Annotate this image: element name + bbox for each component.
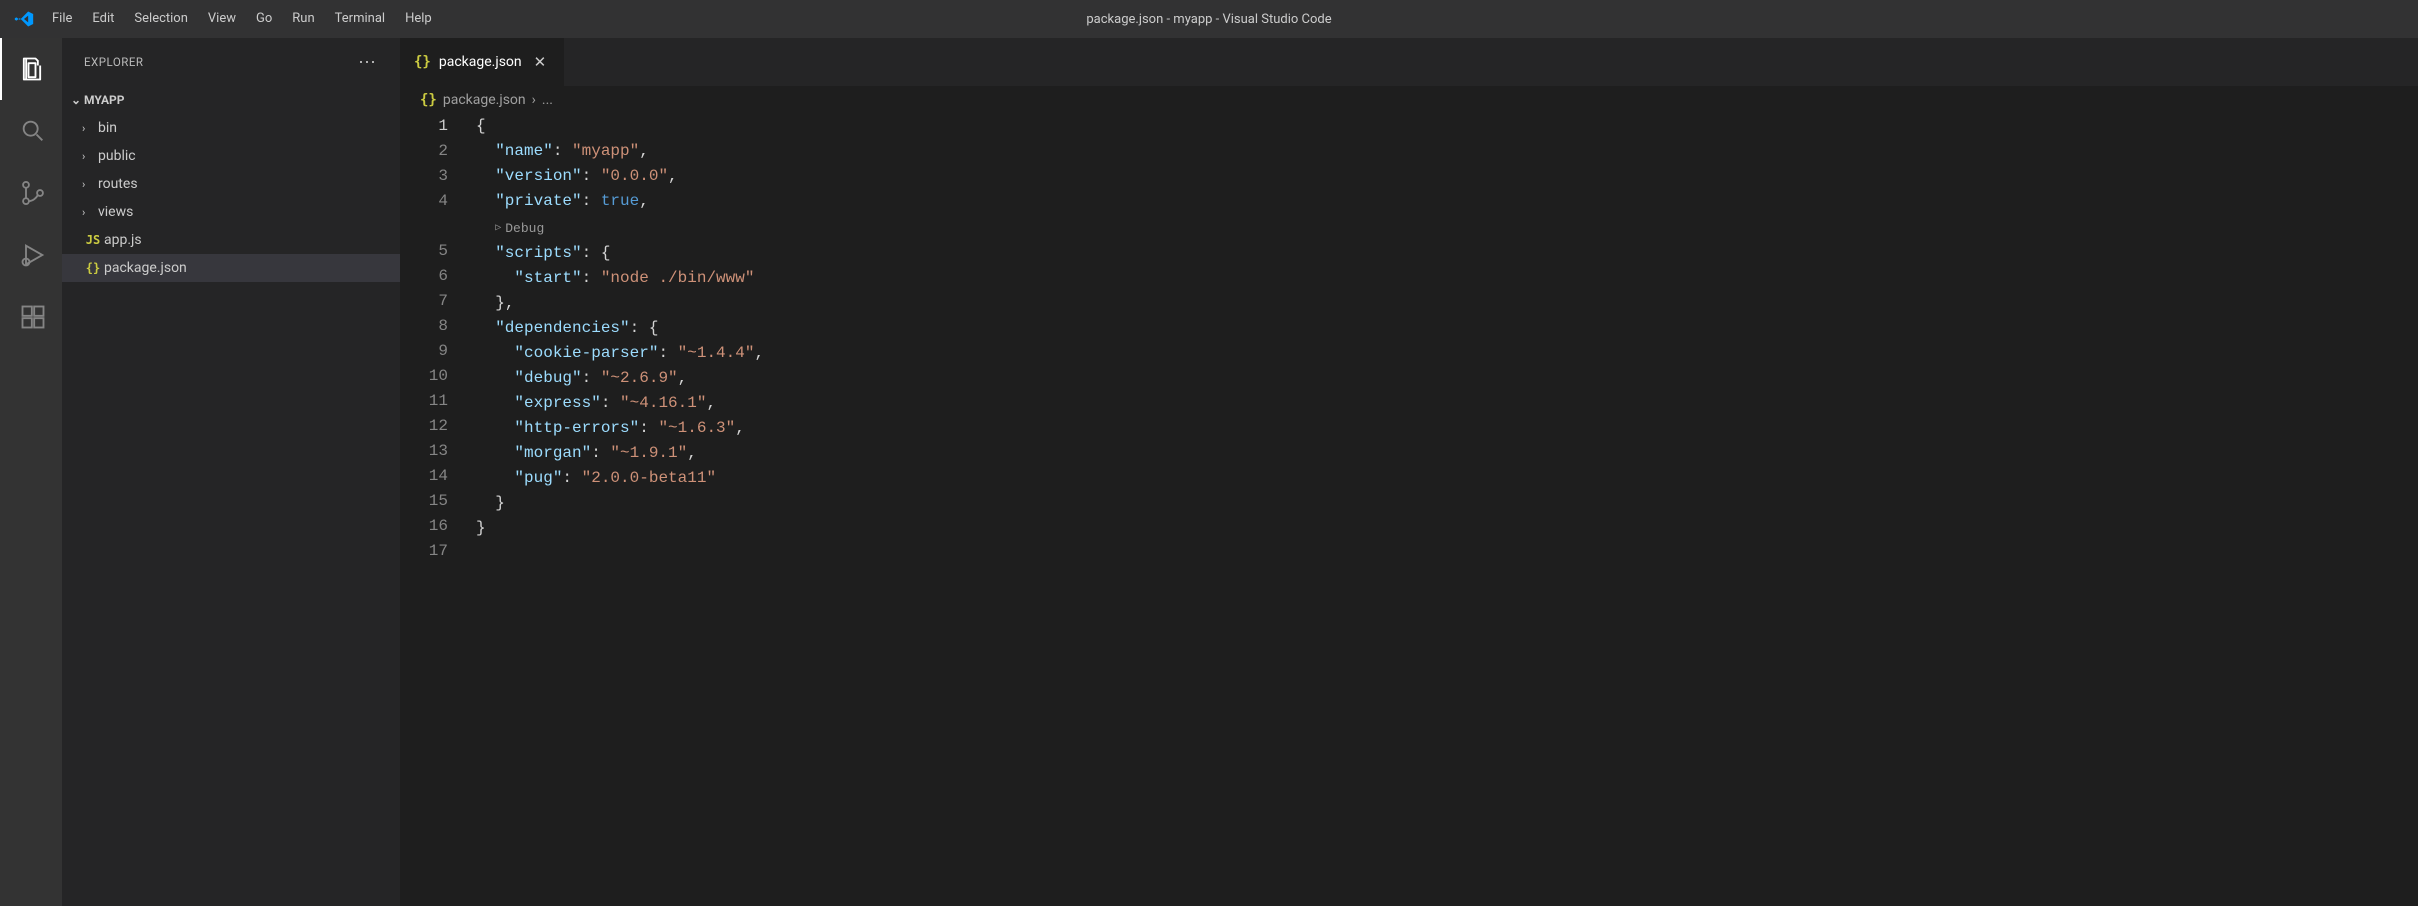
editor-area: {} package.json ✕ {} package.json › ... … bbox=[400, 38, 2418, 906]
tab-bar: {} package.json ✕ bbox=[400, 38, 2418, 86]
title-bar: FileEditSelectionViewGoRunTerminalHelp p… bbox=[0, 0, 2418, 38]
code-line-4[interactable]: "private": true, bbox=[476, 189, 2418, 214]
code-line-10[interactable]: "debug": "~2.6.9", bbox=[476, 366, 2418, 391]
activity-run-debug[interactable] bbox=[2, 224, 64, 286]
sidebar-header: EXPLORER ⋯ bbox=[62, 38, 400, 86]
tree-item-bin[interactable]: ›bin bbox=[62, 114, 400, 142]
code-line-13[interactable]: "morgan": "~1.9.1", bbox=[476, 441, 2418, 466]
code-editor[interactable]: 1234 567891011121314151617 { "name": "my… bbox=[400, 114, 2418, 906]
braces-icon: {} bbox=[414, 54, 431, 70]
menu-bar: FileEditSelectionViewGoRunTerminalHelp bbox=[42, 0, 442, 38]
close-icon[interactable]: ✕ bbox=[530, 53, 551, 71]
breadcrumb-file: package.json bbox=[443, 92, 526, 108]
braces-icon: {} bbox=[420, 92, 437, 108]
menu-file[interactable]: File bbox=[42, 0, 82, 38]
activity-source-control[interactable] bbox=[2, 162, 64, 224]
code-line-15[interactable]: } bbox=[476, 491, 2418, 516]
menu-help[interactable]: Help bbox=[395, 0, 442, 38]
sidebar: EXPLORER ⋯ ⌄ MYAPP ›bin›public›routes›vi… bbox=[62, 38, 400, 906]
sidebar-title: EXPLORER bbox=[84, 55, 358, 69]
chevron-right-icon: › bbox=[82, 206, 98, 219]
activity-bar bbox=[0, 38, 62, 906]
gutter: 1234 567891011121314151617 bbox=[400, 114, 466, 906]
code-line-14[interactable]: "pug": "2.0.0-beta11" bbox=[476, 466, 2418, 491]
code-line-16[interactable]: } bbox=[476, 516, 2418, 541]
tab-label: package.json bbox=[439, 54, 522, 70]
menu-view[interactable]: View bbox=[198, 0, 246, 38]
chevron-down-icon: ⌄ bbox=[68, 93, 84, 107]
code-lens-debug[interactable]: ▷Debug bbox=[495, 216, 544, 241]
more-icon[interactable]: ⋯ bbox=[358, 52, 378, 73]
code-lines: { "name": "myapp", "version": "0.0.0", "… bbox=[466, 114, 2418, 906]
chevron-right-icon: › bbox=[82, 178, 98, 191]
menu-terminal[interactable]: Terminal bbox=[325, 0, 395, 38]
code-line-11[interactable]: "express": "~4.16.1", bbox=[476, 391, 2418, 416]
file-icon: JS bbox=[82, 233, 104, 247]
project-name: MYAPP bbox=[84, 93, 125, 107]
code-line-3[interactable]: "version": "0.0.0", bbox=[476, 164, 2418, 189]
code-line-12[interactable]: "http-errors": "~1.6.3", bbox=[476, 416, 2418, 441]
menu-run[interactable]: Run bbox=[282, 0, 324, 38]
menu-selection[interactable]: Selection bbox=[124, 0, 197, 38]
code-line-6[interactable]: "start": "node ./bin/www" bbox=[476, 266, 2418, 291]
code-line-9[interactable]: "cookie-parser": "~1.4.4", bbox=[476, 341, 2418, 366]
tree-item-routes[interactable]: ›routes bbox=[62, 170, 400, 198]
menu-go[interactable]: Go bbox=[246, 0, 282, 38]
menu-edit[interactable]: Edit bbox=[82, 0, 124, 38]
breadcrumb-tail: ... bbox=[542, 92, 553, 108]
project-header[interactable]: ⌄ MYAPP bbox=[62, 86, 400, 114]
code-line-1[interactable]: { bbox=[476, 114, 2418, 139]
tree-item-public[interactable]: ›public bbox=[62, 142, 400, 170]
chevron-right-icon: › bbox=[82, 150, 98, 163]
chevron-right-icon: › bbox=[532, 92, 536, 108]
breadcrumb[interactable]: {} package.json › ... bbox=[400, 86, 2418, 114]
tree-item-package-json[interactable]: {}package.json bbox=[62, 254, 400, 282]
activity-search[interactable] bbox=[2, 100, 64, 162]
file-tree: ›bin›public›routes›viewsJSapp.js{}packag… bbox=[62, 114, 400, 282]
chevron-right-icon: › bbox=[82, 122, 98, 135]
tree-item-app-js[interactable]: JSapp.js bbox=[62, 226, 400, 254]
play-icon: ▷ bbox=[495, 216, 501, 241]
tab-package-json[interactable]: {} package.json ✕ bbox=[400, 38, 564, 86]
code-line-7[interactable]: }, bbox=[476, 291, 2418, 316]
tree-item-views[interactable]: ›views bbox=[62, 198, 400, 226]
activity-explorer[interactable] bbox=[0, 38, 62, 100]
code-line-8[interactable]: "dependencies": { bbox=[476, 316, 2418, 341]
code-line-2[interactable]: "name": "myapp", bbox=[476, 139, 2418, 164]
activity-extensions[interactable] bbox=[2, 286, 64, 348]
code-line-5[interactable]: "scripts": { bbox=[476, 241, 2418, 266]
file-icon: {} bbox=[82, 261, 104, 275]
window-title: package.json - myapp - Visual Studio Cod… bbox=[1086, 12, 1331, 27]
vscode-icon bbox=[6, 9, 42, 29]
